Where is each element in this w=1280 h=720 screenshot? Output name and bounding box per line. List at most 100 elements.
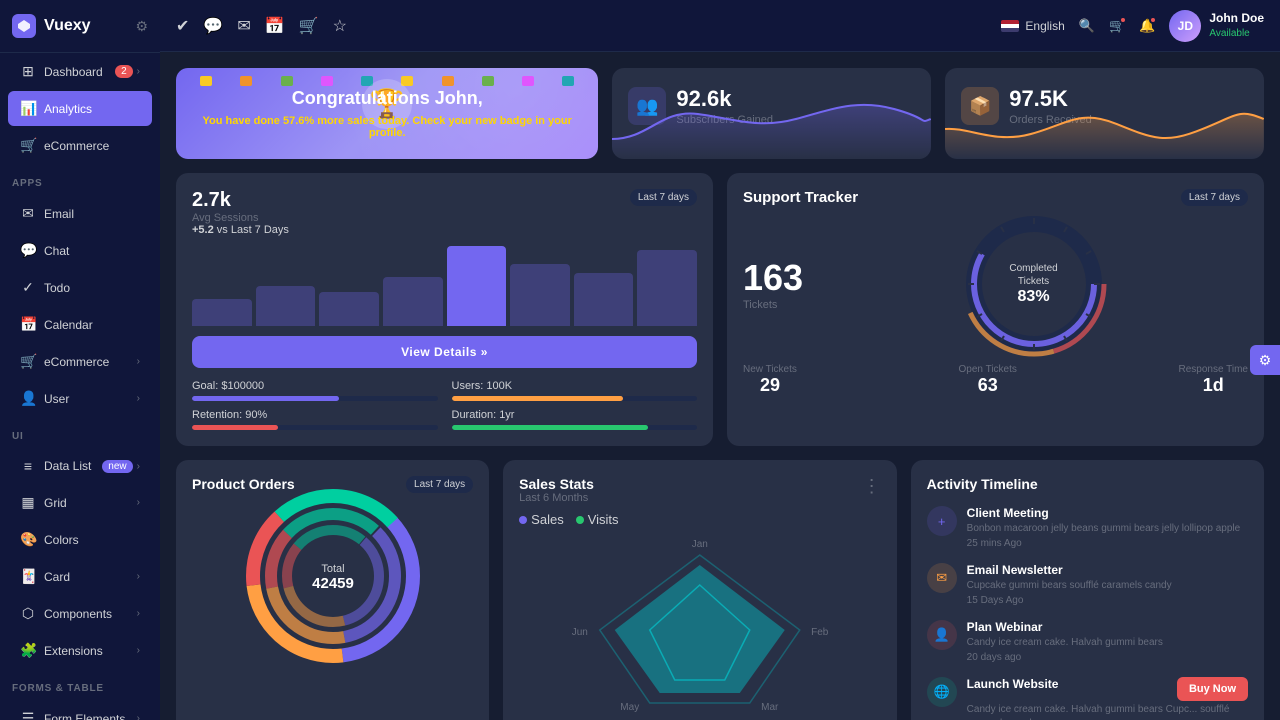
activity-title-2: Plan Webinar bbox=[967, 620, 1248, 634]
activity-dot-1: ✉ bbox=[927, 563, 957, 593]
sidebar-item-user[interactable]: 👤 User › bbox=[8, 381, 152, 416]
activity-time-2: 20 days ago bbox=[967, 652, 1248, 663]
support-tickets-label: Tickets bbox=[743, 299, 803, 311]
support-main: 163 Tickets bbox=[743, 214, 1248, 354]
congrats-rest: more sales today. Check your new badge i… bbox=[314, 115, 572, 139]
progress-retention-bar bbox=[192, 425, 438, 430]
components-icon: ⬡ bbox=[20, 605, 36, 622]
dashboard-badge: 2 bbox=[115, 65, 133, 78]
chat-icon: 💬 bbox=[20, 242, 36, 259]
sidebar-item-label: Card bbox=[44, 570, 70, 584]
activity-desc-0: Bonbon macaroon jelly beans gummi bears … bbox=[967, 522, 1248, 536]
progress-users-label: Users: 100K bbox=[452, 380, 698, 392]
svg-text:Mar: Mar bbox=[761, 702, 779, 713]
sidebar-item-ecommerce[interactable]: 🛒 eCommerce bbox=[8, 128, 152, 163]
buy-now-button[interactable]: Buy Now bbox=[1177, 677, 1248, 701]
progress-goal-fill bbox=[192, 396, 339, 401]
sessions-change-value: +5.2 bbox=[192, 224, 214, 236]
sidebar-item-form-elements[interactable]: ☰ Form Elements › bbox=[8, 701, 152, 720]
user-profile[interactable]: JD John Doe Available bbox=[1169, 10, 1264, 42]
sidebar-item-email[interactable]: ✉ Email bbox=[8, 196, 152, 231]
support-tickets-value: 163 bbox=[743, 257, 803, 299]
sidebar-item-label: Analytics bbox=[44, 102, 92, 116]
sidebar-item-chat[interactable]: 💬 Chat bbox=[8, 233, 152, 268]
progress-duration: Duration: 1yr bbox=[452, 409, 698, 430]
topbar-chat-icon[interactable]: 💬 bbox=[203, 16, 223, 36]
sidebar-item-colors[interactable]: 🎨 Colors bbox=[8, 522, 152, 557]
user-avatar: JD bbox=[1169, 10, 1201, 42]
progress-users: Users: 100K bbox=[452, 380, 698, 401]
sidebar-item-label: Chat bbox=[44, 244, 69, 258]
topbar-mail-icon[interactable]: ✉ bbox=[237, 16, 250, 36]
sidebar-item-extensions[interactable]: 🧩 Extensions › bbox=[8, 633, 152, 668]
language-selector[interactable]: 🇺🇸 English bbox=[1001, 19, 1064, 33]
activity-dot-2: 👤 bbox=[927, 620, 957, 650]
orders-card: 📦 97.5K Orders Received bbox=[945, 68, 1264, 159]
sidebar-item-dashboard[interactable]: ⊞ Dashboard 2 › bbox=[8, 54, 152, 89]
support-donut-chart: Completed Tickets 83% bbox=[819, 214, 1248, 354]
sidebar-header: Vuexy ⚙ bbox=[0, 0, 160, 53]
sales-stats-menu[interactable]: ⋮ bbox=[863, 476, 881, 497]
topbar-check-icon[interactable]: ✔ bbox=[176, 16, 189, 36]
product-orders-card: Product Orders Last 7 days bbox=[176, 460, 489, 720]
calendar-icon: 📅 bbox=[20, 316, 36, 333]
cart-button[interactable]: 🛒 bbox=[1109, 18, 1125, 34]
user-initials: JD bbox=[1178, 19, 1193, 33]
ecommerce2-icon: 🛒 bbox=[20, 353, 36, 370]
sidebar-item-card[interactable]: 🃏 Card › bbox=[8, 559, 152, 594]
open-tickets-value: 63 bbox=[959, 375, 1017, 396]
extensions-icon: 🧩 bbox=[20, 642, 36, 659]
user-text: John Doe Available bbox=[1209, 11, 1264, 40]
bar-5 bbox=[510, 264, 570, 326]
svg-text:Jan: Jan bbox=[692, 539, 708, 550]
sales-stats-legend: Sales Visits bbox=[519, 512, 881, 527]
progress-duration-fill bbox=[452, 425, 648, 430]
ecommerce2-chevron: › bbox=[137, 356, 140, 367]
data-list-icon: ≡ bbox=[20, 458, 36, 474]
sidebar-item-analytics[interactable]: 📊 Analytics bbox=[8, 91, 152, 126]
activity-title-3: Launch Website bbox=[967, 677, 1059, 691]
sidebar-item-label: Grid bbox=[44, 496, 67, 510]
brand-logo[interactable]: Vuexy bbox=[12, 14, 91, 38]
sidebar-settings-icon[interactable]: ⚙ bbox=[135, 18, 148, 35]
progress-users-fill bbox=[452, 396, 624, 401]
activity-dot-0: + bbox=[927, 506, 957, 536]
svg-text:Total: Total bbox=[321, 563, 344, 575]
notification-button[interactable]: 🔔 bbox=[1139, 18, 1155, 34]
sales-stats-subtitle: Last 6 Months bbox=[519, 492, 594, 504]
search-button[interactable]: 🔍 bbox=[1079, 18, 1095, 34]
sales-stats-header: Sales Stats Last 6 Months ⋮ bbox=[519, 476, 881, 504]
activity-content-2: Plan Webinar Candy ice cream cake. Halva… bbox=[967, 620, 1248, 663]
sessions-time-badge[interactable]: Last 7 days bbox=[630, 189, 697, 206]
response-time-label: Response Time bbox=[1179, 364, 1248, 375]
sidebar-item-data-list[interactable]: ≡ Data List new › bbox=[8, 449, 152, 483]
support-footer: New Tickets 29 Open Tickets 63 Response … bbox=[743, 364, 1248, 396]
activity-item-1: ✉ Email Newsletter Cupcake gummi bears s… bbox=[927, 563, 1248, 606]
settings-fab[interactable]: ⚙ bbox=[1250, 345, 1280, 375]
topbar-star-icon[interactable]: ☆ bbox=[333, 16, 347, 36]
sales-stats-card: Sales Stats Last 6 Months ⋮ Sales Visits… bbox=[503, 460, 897, 720]
topbar-calendar-icon[interactable]: 📅 bbox=[265, 16, 285, 36]
topbar-cart-icon[interactable]: 🛒 bbox=[299, 16, 319, 36]
topbar-right: 🇺🇸 English 🔍 🛒 🔔 JD John Doe Ava bbox=[1001, 10, 1264, 42]
sidebar-item-grid[interactable]: ▦ Grid › bbox=[8, 485, 152, 520]
sidebar-item-calendar[interactable]: 📅 Calendar bbox=[8, 307, 152, 342]
sidebar-item-todo[interactable]: ✓ Todo bbox=[8, 270, 152, 305]
section-forms-label: FORMS & TABLE bbox=[0, 669, 160, 700]
congrats-sub: You have done 57.6% more sales today. Ch… bbox=[196, 115, 578, 139]
progress-goal: Goal: $100000 bbox=[192, 380, 438, 401]
sidebar-item-ecommerce2[interactable]: 🛒 eCommerce › bbox=[8, 344, 152, 379]
notification-badge bbox=[1149, 16, 1157, 24]
subscribers-chart bbox=[612, 89, 931, 159]
open-tickets-label: Open Tickets bbox=[959, 364, 1017, 375]
activity-title-1: Email Newsletter bbox=[967, 563, 1248, 577]
cart-badge bbox=[1119, 16, 1127, 24]
todo-icon: ✓ bbox=[20, 279, 36, 296]
activity-title: Activity Timeline bbox=[927, 476, 1248, 492]
support-time-badge[interactable]: Last 7 days bbox=[1181, 189, 1248, 206]
view-details-button[interactable]: View Details » bbox=[192, 336, 697, 368]
sidebar-item-label: eCommerce bbox=[44, 355, 109, 369]
sidebar-item-components[interactable]: ⬡ Components › bbox=[8, 596, 152, 631]
activity-item-2: 👤 Plan Webinar Candy ice cream cake. Hal… bbox=[927, 620, 1248, 663]
congrats-highlight: 57.6% bbox=[283, 115, 314, 127]
